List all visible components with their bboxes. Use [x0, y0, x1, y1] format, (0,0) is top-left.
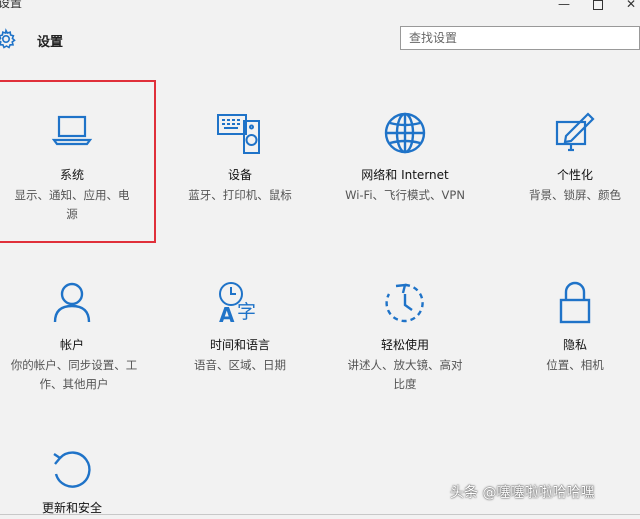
lock-icon [559, 281, 591, 324]
search-input[interactable] [409, 28, 629, 48]
tile-ease-of-access[interactable]: 轻松使用 讲述人、放大镜、高对比度 [335, 280, 475, 430]
ease-of-access-icon [385, 283, 424, 323]
time-language-icon: A 字 [219, 282, 256, 326]
tile-label: 系统 [59, 168, 84, 182]
tile-label: 时间和语言 [209, 338, 270, 352]
tile-label: 个性化 [556, 168, 593, 182]
tile-network[interactable]: 网络和 Internet Wi-Fi、飞行模式、VPN [335, 110, 475, 260]
devices-icon [217, 114, 260, 154]
tile-description: 语音、区域、日期 [194, 358, 286, 372]
globe-icon [384, 112, 426, 154]
search-box[interactable] [400, 26, 640, 50]
tile-time-language[interactable]: A 字 时间和语言 语音、区域、日期 [170, 280, 310, 430]
tile-devices[interactable]: 设备 蓝牙、打印机、鼠标 [170, 110, 310, 260]
title-bar: 设置 — ✕ [0, 0, 640, 16]
tile-description: 位置、相机 [546, 358, 604, 372]
tile-description: 你的帐户、同步设置、工作、其他用户 [10, 358, 138, 391]
tile-description: 蓝牙、打印机、鼠标 [188, 188, 292, 202]
tile-privacy[interactable]: 隐私 位置、相机 [505, 280, 640, 430]
tile-description: 显示、通知、应用、电源 [14, 188, 130, 221]
tile-label: 轻松使用 [380, 338, 429, 352]
tile-description: 讲述人、放大镜、高对比度 [347, 358, 463, 391]
tile-label: 隐私 [562, 338, 587, 352]
personalization-icon [555, 112, 595, 152]
tile-update-security[interactable]: 更新和安全 [2, 448, 142, 518]
tile-label: 网络和 Internet [361, 168, 449, 182]
minimize-button[interactable]: — [554, 0, 574, 12]
tile-personalization[interactable]: 个性化 背景、锁屏、颜色 [505, 110, 640, 260]
tile-description: 背景、锁屏、颜色 [529, 188, 621, 202]
close-button[interactable]: ✕ [621, 0, 640, 12]
person-icon [53, 282, 91, 323]
tile-accounts[interactable]: 帐户 你的帐户、同步设置、工作、其他用户 [2, 280, 142, 430]
maximize-icon [593, 0, 603, 10]
tile-label: 帐户 [59, 338, 84, 352]
tile-label: 设备 [227, 168, 252, 182]
window-title: 设置 [0, 0, 23, 10]
update-icon [53, 451, 91, 488]
laptop-icon [51, 115, 93, 146]
tile-system[interactable]: 系统 显示、通知、应用、电源 [2, 110, 142, 260]
bottom-divider [0, 514, 640, 515]
svg-text:A: A [219, 303, 235, 326]
page-title: 设置 [37, 35, 64, 50]
gear-icon [0, 28, 16, 49]
maximize-button[interactable] [588, 0, 608, 12]
tile-description: Wi-Fi、飞行模式、VPN [345, 188, 465, 202]
svg-text:字: 字 [237, 301, 256, 323]
watermark: 头条 @噻噻啦啦哈哈嘿 [450, 485, 595, 501]
